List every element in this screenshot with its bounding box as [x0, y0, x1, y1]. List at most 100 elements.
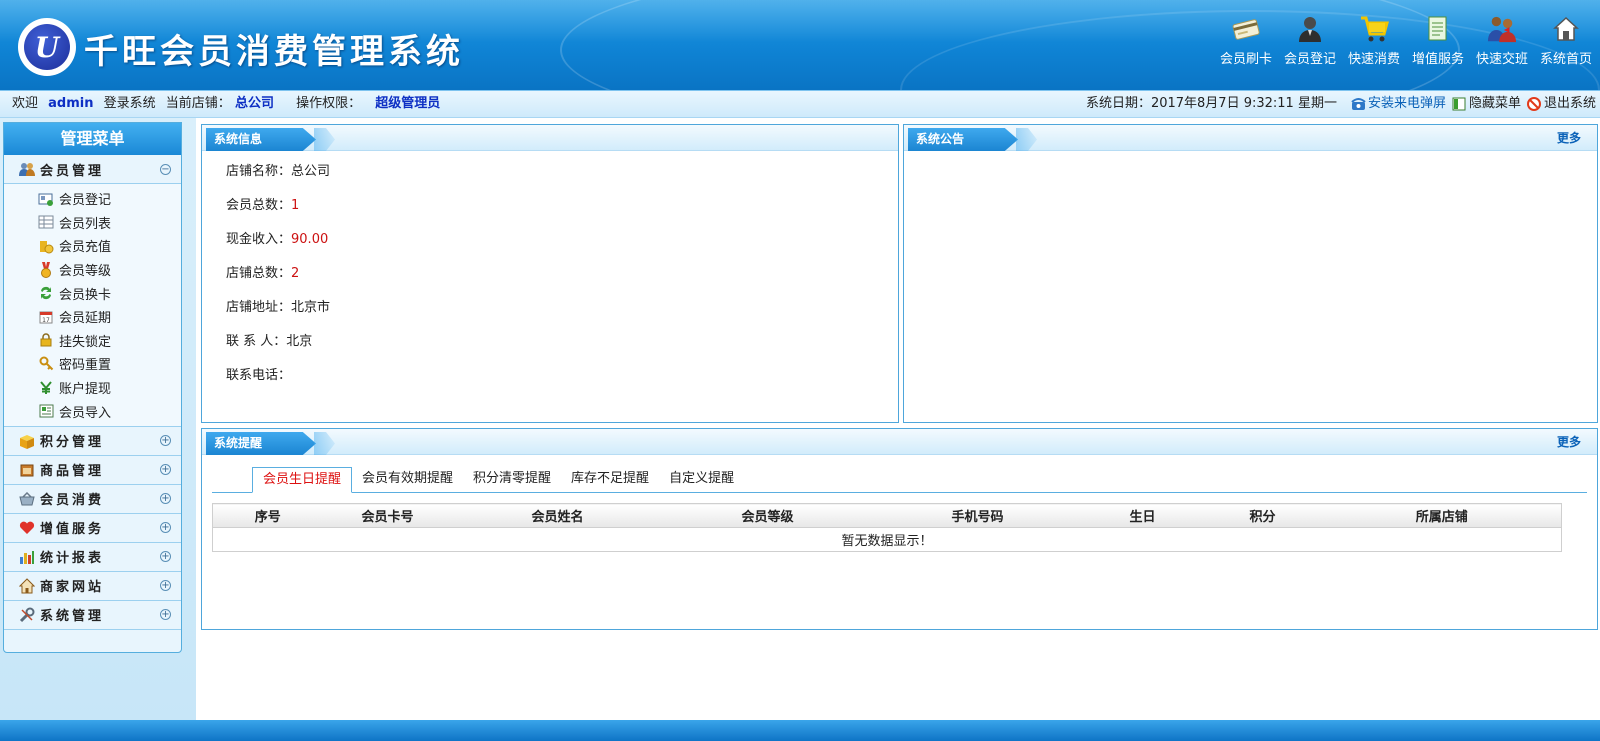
tool-quick-handover[interactable]: 快速交班 [1470, 14, 1534, 67]
info-row-store-total: 店铺总数：2 [202, 257, 898, 291]
column-header: 会员等级 [662, 503, 873, 528]
sidebar-item-label: 会员延期 [59, 311, 112, 327]
tab-custom-reminder[interactable]: 自定义提醒 [659, 467, 744, 493]
info-label: 联 系 人： [226, 334, 287, 349]
tool-system-home[interactable]: 系统首页 [1534, 14, 1598, 67]
info-label: 店铺地址： [226, 300, 292, 315]
sidebar-item-label: 会员换卡 [59, 287, 112, 303]
info-label: 联系电话： [226, 368, 292, 383]
tab-birthday-reminder[interactable]: 会员生日提醒 [252, 467, 353, 493]
tool-member-swipe-card[interactable]: 会员刷卡 [1214, 14, 1278, 67]
sidebar-item-member-level[interactable]: 会员等级 [4, 258, 181, 282]
info-value: 北京 [286, 334, 313, 349]
table-row: 暂无数据显示！ [213, 528, 1562, 552]
sidebar-item-member-recharge[interactable]: 会员充值 [4, 234, 181, 258]
sidebar-item-account-withdraw[interactable]: 账户提现 [4, 376, 181, 400]
tab-points-clear-reminder[interactable]: 积分清零提醒 [463, 467, 561, 493]
sidebar-item-password-reset[interactable]: 密码重置 [4, 352, 181, 376]
hide-menu-link[interactable]: 隐藏菜单 [1469, 91, 1521, 117]
group-label: 商家网站 [40, 580, 105, 596]
bar-chart-icon [18, 548, 36, 566]
sidebar-item-label: 会员等级 [59, 264, 112, 280]
install-popup-link[interactable]: 安装来电弹屏 [1368, 91, 1446, 117]
tool-member-register[interactable]: 会员登记 [1278, 14, 1342, 67]
column-header: 手机号码 [872, 503, 1083, 528]
system-info-list: 店铺名称：总公司 会员总数：1 现金收入：90.00 店铺总数：2 店铺地址：北… [202, 151, 898, 393]
document-icon [1423, 14, 1453, 44]
expand-icon[interactable]: + [160, 493, 171, 505]
sidebar-group-merchant-website[interactable]: 商家网站 + [4, 571, 181, 601]
card-icon [1231, 14, 1261, 44]
info-row-phone: 联系电话： [202, 359, 898, 393]
sidebar-item-label: 账户提现 [59, 382, 112, 398]
sidebar-item-member-register[interactable]: 会员登记 [4, 187, 181, 211]
key-icon [38, 356, 54, 372]
panel-title: 系统信息 [206, 128, 316, 151]
panel-tab-decoration [314, 432, 335, 455]
info-value: 北京市 [291, 300, 331, 315]
collapse-icon[interactable]: − [160, 163, 171, 175]
footer-bar [0, 720, 1600, 741]
info-value: 1 [291, 198, 300, 213]
expand-icon[interactable]: + [160, 551, 171, 563]
sidebar-group-member-consume[interactable]: 会员消费 + [4, 484, 181, 514]
sidebar-item-member-import[interactable]: 会员导入 [4, 399, 181, 423]
permission-value: 超级管理员 [375, 96, 441, 111]
logout-link[interactable]: 退出系统 [1544, 91, 1596, 117]
column-header: 会员卡号 [322, 503, 453, 528]
column-header: 积分 [1202, 503, 1323, 528]
session-info: 欢迎 admin 登录系统 当前店铺： 总公司 操作权限： 超级管理员 [12, 91, 440, 117]
group-label: 统计报表 [40, 551, 105, 567]
sidebar: 管理菜单 会员管理 − 会员登记 会员列表 会员充值 会员等级 会员换卡 17 … [3, 122, 182, 653]
tool-value-added-service[interactable]: 增值服务 [1406, 14, 1470, 67]
info-row-contact: 联 系 人：北京 [202, 325, 898, 359]
svg-text:17: 17 [42, 317, 50, 324]
cart-icon [1359, 14, 1389, 44]
sidebar-group-statistics[interactable]: 统计报表 + [4, 542, 181, 572]
sidebar-item-member-change-card[interactable]: 会员换卡 [4, 281, 181, 305]
tab-validity-reminder[interactable]: 会员有效期提醒 [352, 467, 463, 493]
sidebar-group-goods-management[interactable]: 商品管理 + [4, 455, 181, 485]
column-header: 序号 [212, 503, 323, 528]
tools-icon [18, 606, 36, 624]
sidebar-group-points-management[interactable]: 积分管理 + [4, 426, 181, 456]
sidebar-group-system-management[interactable]: 系统管理 + [4, 600, 181, 630]
info-row-store-address: 店铺地址：北京市 [202, 291, 898, 325]
system-reminder-panel: 系统提醒 更多 会员生日提醒 会员有效期提醒 积分清零提醒 库存不足提醒 自定义… [201, 428, 1598, 630]
reminder-more-link[interactable]: 更多 [1557, 429, 1581, 455]
expand-icon[interactable]: + [160, 522, 171, 534]
tab-low-stock-reminder[interactable]: 库存不足提醒 [561, 467, 659, 493]
panel-tab-decoration [314, 128, 335, 151]
sidebar-item-member-extend[interactable]: 17 会员延期 [4, 305, 181, 329]
info-value: 总公司 [291, 164, 331, 179]
tool-quick-consume[interactable]: 快速消费 [1342, 14, 1406, 67]
table-header-row: 序号 会员卡号 会员姓名 会员等级 手机号码 生日 积分 所属店铺 [212, 503, 1562, 528]
tool-label: 系统首页 [1539, 52, 1592, 67]
panel-title: 系统提醒 [206, 432, 316, 455]
gift-box-icon [18, 432, 36, 450]
notice-more-link[interactable]: 更多 [1557, 125, 1581, 151]
column-header: 生日 [1082, 503, 1203, 528]
expand-icon[interactable]: + [160, 580, 171, 592]
medal-icon [38, 261, 54, 278]
expand-icon[interactable]: + [160, 464, 171, 476]
sidebar-item-member-list[interactable]: 会员列表 [4, 211, 181, 235]
expand-icon[interactable]: + [160, 435, 171, 447]
info-label: 会员总数： [226, 198, 292, 213]
sidebar-item-label: 会员导入 [59, 405, 112, 421]
sidebar-group-value-added[interactable]: 增值服务 + [4, 513, 181, 543]
sidebar-item-loss-lock[interactable]: 挂失锁定 [4, 329, 181, 353]
sidebar-item-label: 会员登记 [59, 193, 112, 209]
tool-label: 快速消费 [1347, 52, 1400, 67]
column-header: 会员姓名 [452, 503, 663, 528]
sidebar-group-member-management[interactable]: 会员管理 − [4, 155, 181, 184]
sidebar-item-label: 会员列表 [59, 216, 112, 232]
goods-icon [18, 461, 36, 479]
tool-label: 会员刷卡 [1219, 52, 1272, 67]
tool-label: 增值服务 [1411, 52, 1464, 67]
sidebar-title: 管理菜单 [4, 123, 181, 155]
sidebar-item-label: 密码重置 [59, 358, 112, 374]
info-row-store-name: 店铺名称：总公司 [202, 155, 898, 189]
expand-icon[interactable]: + [160, 609, 171, 621]
exchange-icon [38, 285, 54, 301]
